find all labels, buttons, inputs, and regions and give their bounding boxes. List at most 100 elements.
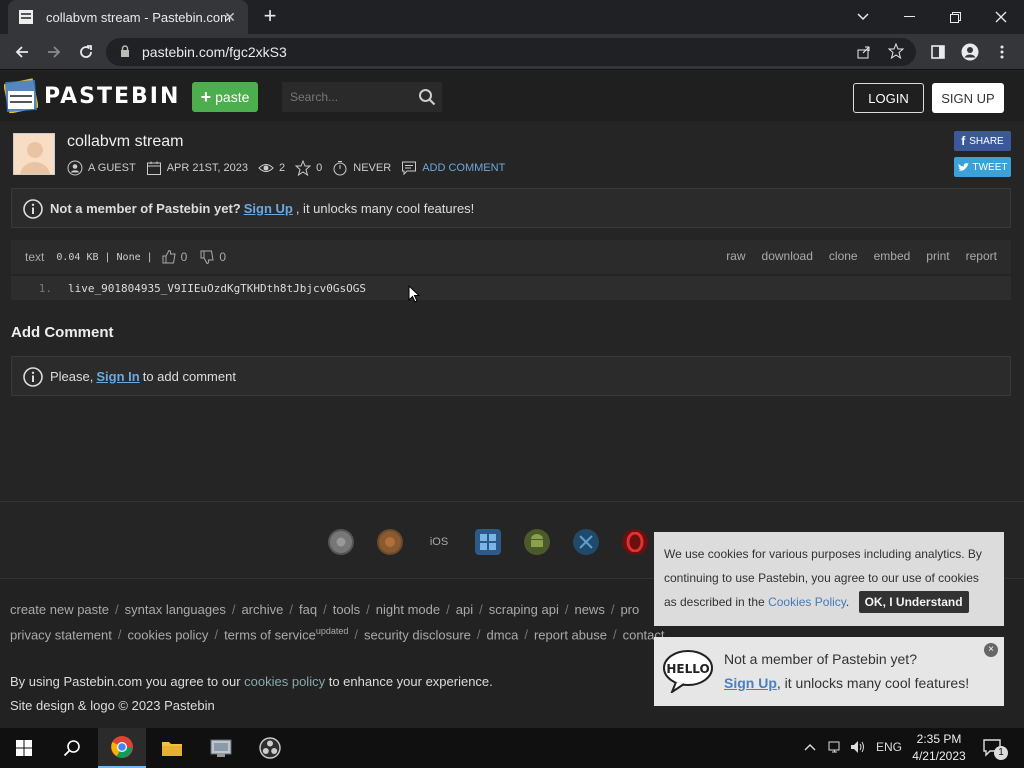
copyright: Site design & logo © 2023 Pastebin [10, 698, 215, 713]
address-bar[interactable]: pastebin.com/fgc2xkS3 [106, 38, 916, 66]
download-link[interactable]: download [762, 249, 813, 263]
menu-kebab-icon[interactable] [988, 38, 1016, 66]
search-icon[interactable] [418, 88, 436, 106]
author[interactable]: A GUEST [88, 162, 136, 174]
footer-link[interactable]: pro [620, 602, 639, 617]
popup-signup-link[interactable]: Sign Up [724, 675, 777, 691]
firefox-extension-icon[interactable] [377, 529, 403, 555]
footer-link[interactable]: scraping api [489, 602, 559, 617]
footer-link[interactable]: report abuse [534, 627, 607, 642]
share-page-icon[interactable] [856, 44, 872, 63]
footer-link[interactable]: cookies policy [128, 627, 209, 642]
footer-link[interactable]: news [574, 602, 604, 617]
browser-tab[interactable]: collabvm stream - Pastebin.com ✕ [8, 0, 248, 34]
tweet-label: TWEET [972, 161, 1008, 173]
signup-popup: HELLO Not a member of Pastebin yet? Sign… [654, 637, 1004, 706]
footer-links-row2: privacy statement / cookies policy / terms o… [10, 626, 665, 642]
facebook-share-button[interactable]: f SHARE [954, 131, 1011, 151]
notification-count-badge: 1 [994, 746, 1008, 760]
language-indicator[interactable]: ENG [876, 740, 902, 754]
footer-links-row1: create new paste / syntax languages / archiv… [10, 602, 639, 617]
footer-link[interactable]: terms of service [224, 627, 316, 642]
hello-bubble-icon: HELLO [663, 650, 713, 693]
tab-search-icon[interactable] [840, 0, 886, 34]
footer-separator: / [214, 627, 219, 643]
comment-icon[interactable] [401, 160, 417, 176]
signup-button[interactable]: SIGN UP [932, 83, 1004, 113]
tray-overflow-icon[interactable] [804, 740, 816, 754]
star-icon[interactable] [295, 160, 312, 176]
clone-link[interactable]: clone [829, 249, 858, 263]
footer-link[interactable]: create new paste [10, 602, 109, 617]
login-button[interactable]: LOGIN [853, 83, 924, 113]
code-toolbar: text 0.04 KB | None | 0 0 raw download c… [11, 240, 1011, 274]
line-text[interactable]: live_901804935_V9IIEuOzdKgTKHDth8tJbjcv0… [68, 282, 366, 295]
updated-badge: updated [315, 626, 349, 636]
ios-app-link[interactable]: iOS [426, 529, 452, 555]
cookie-ok-button[interactable]: OK, I Understand [858, 591, 969, 613]
footer-link[interactable]: syntax languages [125, 602, 226, 617]
footer-separator: / [524, 627, 528, 643]
footer-link[interactable]: night mode [376, 602, 440, 617]
footer-link[interactable]: dmca [487, 627, 519, 642]
syntax-link[interactable]: text [25, 250, 44, 264]
footer-link[interactable]: security disclosure [364, 627, 471, 642]
chrome-extension-icon[interactable] [328, 529, 354, 555]
reload-button[interactable] [72, 38, 100, 66]
thumbs-up-icon[interactable] [161, 249, 177, 265]
footer-link[interactable]: privacy statement [10, 627, 112, 642]
embed-link[interactable]: embed [874, 249, 911, 263]
popup-close-icon[interactable]: × [984, 643, 998, 657]
cookie-policy-link[interactable]: Cookies Policy [768, 595, 846, 609]
report-link[interactable]: report [966, 249, 997, 263]
clock-time: 2:35 PM [916, 732, 962, 746]
pastebin-logo-icon[interactable] [4, 77, 38, 113]
signup-link[interactable]: Sign Up [244, 201, 293, 216]
logo-text[interactable]: PASTEBIN [44, 84, 180, 109]
footer-link[interactable]: faq [299, 602, 317, 617]
tab-close-icon[interactable]: ✕ [222, 9, 238, 25]
taskbar-file-explorer-icon[interactable] [148, 728, 196, 768]
taskbar-app-icon[interactable] [197, 728, 245, 768]
opera-extension-icon[interactable] [622, 529, 648, 555]
footer-link[interactable]: api [456, 602, 473, 617]
cookies-policy-link[interactable]: cookies policy [244, 674, 325, 689]
minimize-button[interactable] [886, 0, 932, 34]
raw-link[interactable]: raw [726, 249, 745, 263]
restore-button[interactable] [932, 0, 978, 34]
side-panel-icon[interactable] [924, 38, 952, 66]
footer-link[interactable]: tools [333, 602, 360, 617]
twitter-icon [957, 162, 969, 171]
bookmark-star-icon[interactable] [887, 42, 905, 62]
forward-button[interactable] [40, 38, 68, 66]
close-window-button[interactable] [978, 0, 1024, 34]
macos-app-icon[interactable] [573, 529, 599, 555]
lock-icon [120, 44, 130, 60]
taskbar-search-icon[interactable] [48, 728, 96, 768]
add-comment-heading: Add Comment [11, 324, 114, 341]
start-button[interactable] [0, 728, 48, 768]
taskbar-obs-icon[interactable] [246, 728, 294, 768]
profile-icon[interactable] [956, 38, 984, 66]
footer-separator: / [117, 627, 122, 643]
volume-icon[interactable] [850, 740, 866, 757]
print-link[interactable]: print [926, 249, 949, 263]
taskbar-clock[interactable]: 2:35 PM 4/21/2023 [903, 731, 975, 765]
signin-link[interactable]: Sign In [96, 369, 139, 384]
network-icon[interactable] [828, 740, 844, 757]
add-comment-link[interactable]: ADD COMMENT [422, 162, 505, 174]
footer-link[interactable]: archive [241, 602, 283, 617]
new-paste-button[interactable]: + paste [192, 82, 258, 112]
windows-app-icon[interactable] [475, 529, 501, 555]
new-tab-button[interactable]: + [258, 5, 282, 29]
taskbar-chrome-icon[interactable] [98, 728, 146, 768]
tab-title: collabvm stream - Pastebin.com [46, 9, 231, 25]
twitter-tweet-button[interactable]: TWEET [954, 157, 1011, 177]
dislike-count: 0 [219, 250, 227, 264]
search-input[interactable]: Search... [282, 82, 442, 112]
footer-separator: / [446, 602, 450, 617]
thumbs-down-icon[interactable] [199, 249, 215, 265]
footer-separator: / [476, 627, 481, 643]
back-button[interactable] [8, 38, 36, 66]
android-app-icon[interactable] [524, 529, 550, 555]
